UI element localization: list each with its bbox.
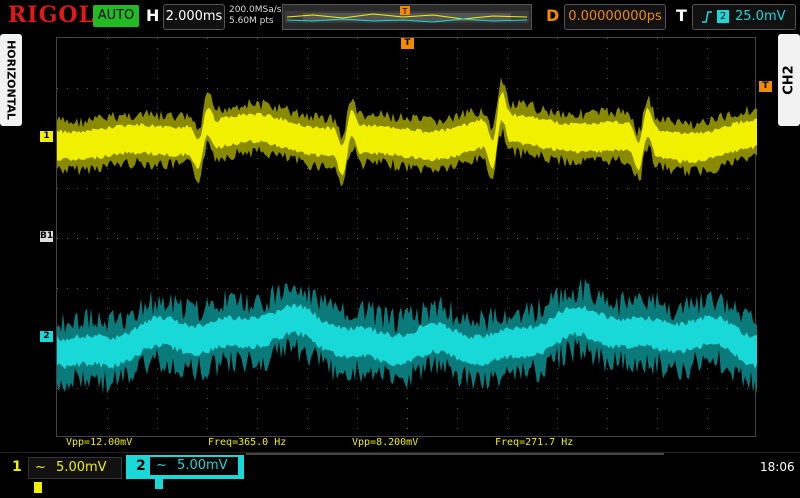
brand-logo: RIGOL <box>8 2 95 28</box>
channel-menu-tab[interactable]: CH2 <box>778 34 800 126</box>
ch2-offset-marker[interactable]: 2 <box>40 331 53 342</box>
measure-vpp-ch1: Vpp=12.00mV <box>66 437 133 448</box>
run-state-badge[interactable]: AUTO <box>93 5 139 27</box>
horizontal-menu-tab[interactable]: HORIZONTAL <box>0 34 22 126</box>
ch2-scale: 5.00mV <box>177 458 228 473</box>
ch2-coupling: ~ <box>156 458 167 473</box>
trigger-label: T <box>676 6 687 25</box>
system-clock: 18:06 <box>760 460 795 474</box>
memory-overview-bar[interactable]: T <box>282 4 532 30</box>
ch2-scale-box[interactable]: ~ 5.00mV <box>150 457 238 489</box>
trigger-source-badge: 2 <box>717 10 729 23</box>
memory-depth: 5.60M pts <box>229 16 274 26</box>
horizontal-menu-label: HORIZONTAL <box>4 40 18 120</box>
measure-freq-ch1: Freq=365.0 Hz <box>208 437 287 448</box>
delay-display[interactable]: 0.00000000ps <box>564 4 666 30</box>
horizontal-label: H <box>146 6 160 25</box>
bus-offset-marker[interactable]: B1 <box>40 231 53 242</box>
memory-overview-graphic: T <box>285 6 529 23</box>
delay-label: D <box>546 6 560 25</box>
ch1-scale: 5.00mV <box>56 460 107 475</box>
trigger-level-marker[interactable]: T <box>759 81 772 92</box>
rising-edge-icon <box>701 5 713 38</box>
channel-menu-label: CH2 <box>781 65 797 95</box>
waveform-display <box>57 38 757 429</box>
top-status-bar: RIGOL AUTO H 2.000ms 200.0MSa/s 5.60M pt… <box>0 0 800 32</box>
acquisition-info: 200.0MSa/s 5.60M pts <box>229 5 281 27</box>
measure-freq-ch2: Freq=271.7 Hz <box>495 437 574 448</box>
ch2-number: 2 <box>136 458 146 474</box>
measure-vpp-ch2: Vpp=8.200mV <box>352 437 419 448</box>
trigger-display[interactable]: 2 25.0mV <box>692 4 796 30</box>
ch1-number: 1 <box>12 459 22 475</box>
channel-status-bar: 1 ~ 5.00mV 2 ~ 5.00mV 18:06 <box>0 452 800 493</box>
ch1-offset-marker[interactable]: 1 <box>40 131 53 142</box>
bandwidth-limit-icon <box>34 482 42 493</box>
ch1-coupling: ~ <box>35 460 46 475</box>
ch2-tab[interactable]: 2 ~ 5.00mV <box>126 455 244 489</box>
trigger-position-marker[interactable]: T <box>401 38 414 49</box>
timebase-display[interactable]: 2.000ms <box>163 4 225 30</box>
memory-trigger-marker-label: T <box>402 7 408 16</box>
waveform-graticule[interactable] <box>56 37 757 437</box>
status-bar-divider <box>246 453 664 455</box>
sample-rate: 200.0MSa/s <box>229 5 282 15</box>
trigger-level: 25.0mV <box>735 9 786 24</box>
ch1-scale-box[interactable]: ~ 5.00mV <box>28 457 122 493</box>
